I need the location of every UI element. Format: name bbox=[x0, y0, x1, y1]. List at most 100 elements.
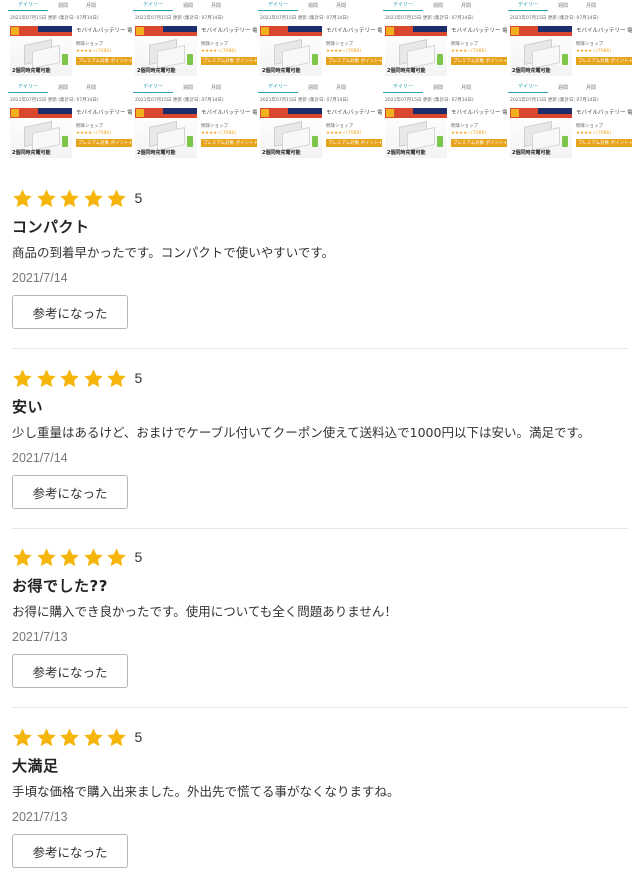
shop-name: 明珠ショップ bbox=[326, 124, 353, 129]
product-thumbnail[interactable]: 2個同時充電可能 bbox=[260, 108, 322, 158]
tab-daily[interactable]: デイリー bbox=[383, 83, 423, 93]
thumb-caption: 2個同時充電可能 bbox=[387, 150, 426, 156]
product-title[interactable]: モバイルバッテリー 電源/充電 bbox=[451, 26, 507, 34]
ranking-meta: 2021年07月15日 更新 (集計日: 07月14日) bbox=[260, 98, 349, 103]
tab-weekly[interactable]: 週間 bbox=[48, 2, 76, 11]
review-date: 2021/7/14 bbox=[12, 451, 68, 465]
ranking-meta: 2021年07月15日 更新 (集計日: 07月14日) bbox=[260, 16, 349, 21]
helpful-button[interactable]: 参考になった bbox=[12, 654, 128, 688]
tab-weekly[interactable]: 週間 bbox=[173, 2, 201, 11]
tab-monthly[interactable]: 月間 bbox=[326, 84, 354, 93]
helpful-button[interactable]: 参考になった bbox=[12, 475, 128, 509]
review-date: 2021/7/13 bbox=[12, 810, 68, 824]
product-title[interactable]: モバイルバッテリー 電源/充電 bbox=[451, 108, 507, 116]
promo-badge: プレミアム対象 ポイント+9% bbox=[451, 139, 507, 147]
tab-weekly[interactable]: 週間 bbox=[298, 84, 326, 93]
tab-weekly[interactable]: 週間 bbox=[423, 84, 451, 93]
star-icon bbox=[12, 368, 33, 389]
ranking-widget: デイリー 週間 月間 2021年07月15日 更新 (集計日: 07月14日) … bbox=[8, 0, 632, 165]
tab-daily[interactable]: デイリー bbox=[258, 1, 298, 11]
promo-badge: プレミアム対象 ポイント+9% bbox=[576, 57, 632, 65]
tab-weekly[interactable]: 週間 bbox=[173, 84, 201, 93]
tab-daily[interactable]: デイリー bbox=[8, 1, 48, 11]
product-rating: ★★★★☆(7086) bbox=[201, 131, 237, 136]
tab-monthly[interactable]: 月間 bbox=[451, 84, 479, 93]
star-icon bbox=[12, 547, 33, 568]
star-icon bbox=[36, 368, 57, 389]
tab-daily[interactable]: デイリー bbox=[8, 83, 48, 93]
tab-monthly[interactable]: 月間 bbox=[201, 84, 229, 93]
ranking-cell[interactable]: デイリー 週間 月間 2021年07月15日 更新 (集計日: 07月14日) … bbox=[258, 82, 382, 164]
thumb-caption: 2個同時充電可能 bbox=[262, 68, 301, 74]
product-thumbnail[interactable]: 2個同時充電可能 bbox=[135, 26, 197, 76]
product-title[interactable]: モバイルバッテリー 電源/充電 bbox=[76, 26, 132, 34]
product-thumbnail[interactable]: 2個同時充電可能 bbox=[260, 26, 322, 76]
tab-daily[interactable]: デイリー bbox=[133, 1, 173, 11]
ranking-cell[interactable]: デイリー 週間 月間 2021年07月15日 更新 (集計日: 07月14日) … bbox=[133, 0, 257, 82]
product-title[interactable]: モバイルバッテリー 電源/充電 bbox=[576, 108, 632, 116]
tab-weekly[interactable]: 週間 bbox=[548, 84, 576, 93]
product-title[interactable]: モバイルバッテリー 電源/充電 bbox=[576, 26, 632, 34]
tab-weekly[interactable]: 週間 bbox=[48, 84, 76, 93]
product-title[interactable]: モバイルバッテリー 電源/充電 bbox=[201, 108, 257, 116]
tab-daily[interactable]: デイリー bbox=[133, 83, 173, 93]
ranking-meta: 2021年07月15日 更新 (集計日: 07月14日) bbox=[385, 16, 474, 21]
ranking-cell[interactable]: デイリー 週間 月間 2021年07月15日 更新 (集計日: 07月14日) … bbox=[383, 0, 507, 82]
tab-monthly[interactable]: 月間 bbox=[76, 84, 104, 93]
product-thumbnail[interactable]: 2個同時充電可能 bbox=[385, 108, 447, 158]
ranking-meta: 2021年07月15日 更新 (集計日: 07月14日) bbox=[510, 16, 599, 21]
product-title[interactable]: モバイルバッテリー 電源/充電 bbox=[326, 108, 382, 116]
product-title[interactable]: モバイルバッテリー 電源/充電 bbox=[326, 26, 382, 34]
tab-daily[interactable]: デイリー bbox=[383, 1, 423, 11]
tab-daily[interactable]: デイリー bbox=[258, 83, 298, 93]
product-title[interactable]: モバイルバッテリー 電源/充電 bbox=[76, 108, 132, 116]
tab-monthly[interactable]: 月間 bbox=[326, 2, 354, 11]
ranking-cell[interactable]: デイリー 週間 月間 2021年07月15日 更新 (集計日: 07月14日) … bbox=[508, 82, 632, 164]
star-icon bbox=[12, 188, 33, 209]
review-body: 手頃な価格で購入出来ました。外出先で慌てる事がなくなりますね。 bbox=[12, 784, 400, 799]
ranking-cell[interactable]: デイリー 週間 月間 2021年07月15日 更新 (集計日: 07月14日) … bbox=[258, 0, 382, 82]
tab-weekly[interactable]: 週間 bbox=[423, 2, 451, 11]
tab-weekly[interactable]: 週間 bbox=[548, 2, 576, 11]
product-thumbnail[interactable]: 2個同時充電可能 bbox=[135, 108, 197, 158]
shop-name: 明珠ショップ bbox=[76, 42, 103, 47]
tab-monthly[interactable]: 月間 bbox=[576, 2, 604, 11]
helpful-button[interactable]: 参考になった bbox=[12, 295, 128, 329]
product-thumbnail[interactable]: 2個同時充電可能 bbox=[510, 108, 572, 158]
ranking-cell[interactable]: デイリー 週間 月間 2021年07月15日 更新 (集計日: 07月14日) … bbox=[133, 82, 257, 164]
ranking-cell[interactable]: デイリー 週間 月間 2021年07月15日 更新 (集計日: 07月14日) … bbox=[8, 82, 132, 164]
star-icon bbox=[36, 188, 57, 209]
tab-daily[interactable]: デイリー bbox=[508, 83, 548, 93]
star-icon bbox=[12, 727, 33, 748]
review-title: 安い bbox=[12, 398, 44, 416]
ranking-meta: 2021年07月15日 更新 (集計日: 07月14日) bbox=[385, 98, 474, 103]
product-title[interactable]: モバイルバッテリー 電源/充電 bbox=[201, 26, 257, 34]
ranking-cell[interactable]: デイリー 週間 月間 2021年07月15日 更新 (集計日: 07月14日) … bbox=[8, 0, 132, 82]
tab-monthly[interactable]: 月間 bbox=[451, 2, 479, 11]
tab-monthly[interactable]: 月間 bbox=[76, 2, 104, 11]
tab-monthly[interactable]: 月間 bbox=[201, 2, 229, 11]
product-thumbnail[interactable]: 2個同時充電可能 bbox=[10, 108, 72, 158]
tab-monthly[interactable]: 月間 bbox=[576, 84, 604, 93]
product-rating: ★★★★☆(7086) bbox=[451, 49, 487, 54]
review-item: 5 コンパクト 商品の到着早かったです。コンパクトで使いやすいです。 2021/… bbox=[12, 186, 628, 329]
helpful-button[interactable]: 参考になった bbox=[12, 834, 128, 868]
rating-value: 5 bbox=[134, 729, 143, 745]
thumb-caption: 2個同時充電可能 bbox=[512, 150, 551, 156]
shop-name: 明珠ショップ bbox=[451, 42, 478, 47]
product-thumbnail[interactable]: 2個同時充電可能 bbox=[385, 26, 447, 76]
tab-weekly[interactable]: 週間 bbox=[298, 2, 326, 11]
review-item: 5 安い 少し重量はあるけど、おまけでケーブル付いてクーポン使えて送料込で100… bbox=[12, 366, 628, 509]
thumb-caption: 2個同時充電可能 bbox=[387, 68, 426, 74]
product-thumbnail[interactable]: 2個同時充電可能 bbox=[10, 26, 72, 76]
ranking-tabs: デイリー 週間 月間 bbox=[383, 82, 507, 93]
ranking-cell[interactable]: デイリー 週間 月間 2021年07月15日 更新 (集計日: 07月14日) … bbox=[383, 82, 507, 164]
review-divider bbox=[12, 707, 628, 708]
shop-name: 明珠ショップ bbox=[326, 42, 353, 47]
review-title: 大満足 bbox=[12, 757, 59, 775]
ranking-cell[interactable]: デイリー 週間 月間 2021年07月15日 更新 (集計日: 07月14日) … bbox=[508, 0, 632, 82]
star-icon bbox=[59, 547, 80, 568]
product-thumbnail[interactable]: 2個同時充電可能 bbox=[510, 26, 572, 76]
tab-daily[interactable]: デイリー bbox=[508, 1, 548, 11]
star-icon bbox=[83, 368, 104, 389]
